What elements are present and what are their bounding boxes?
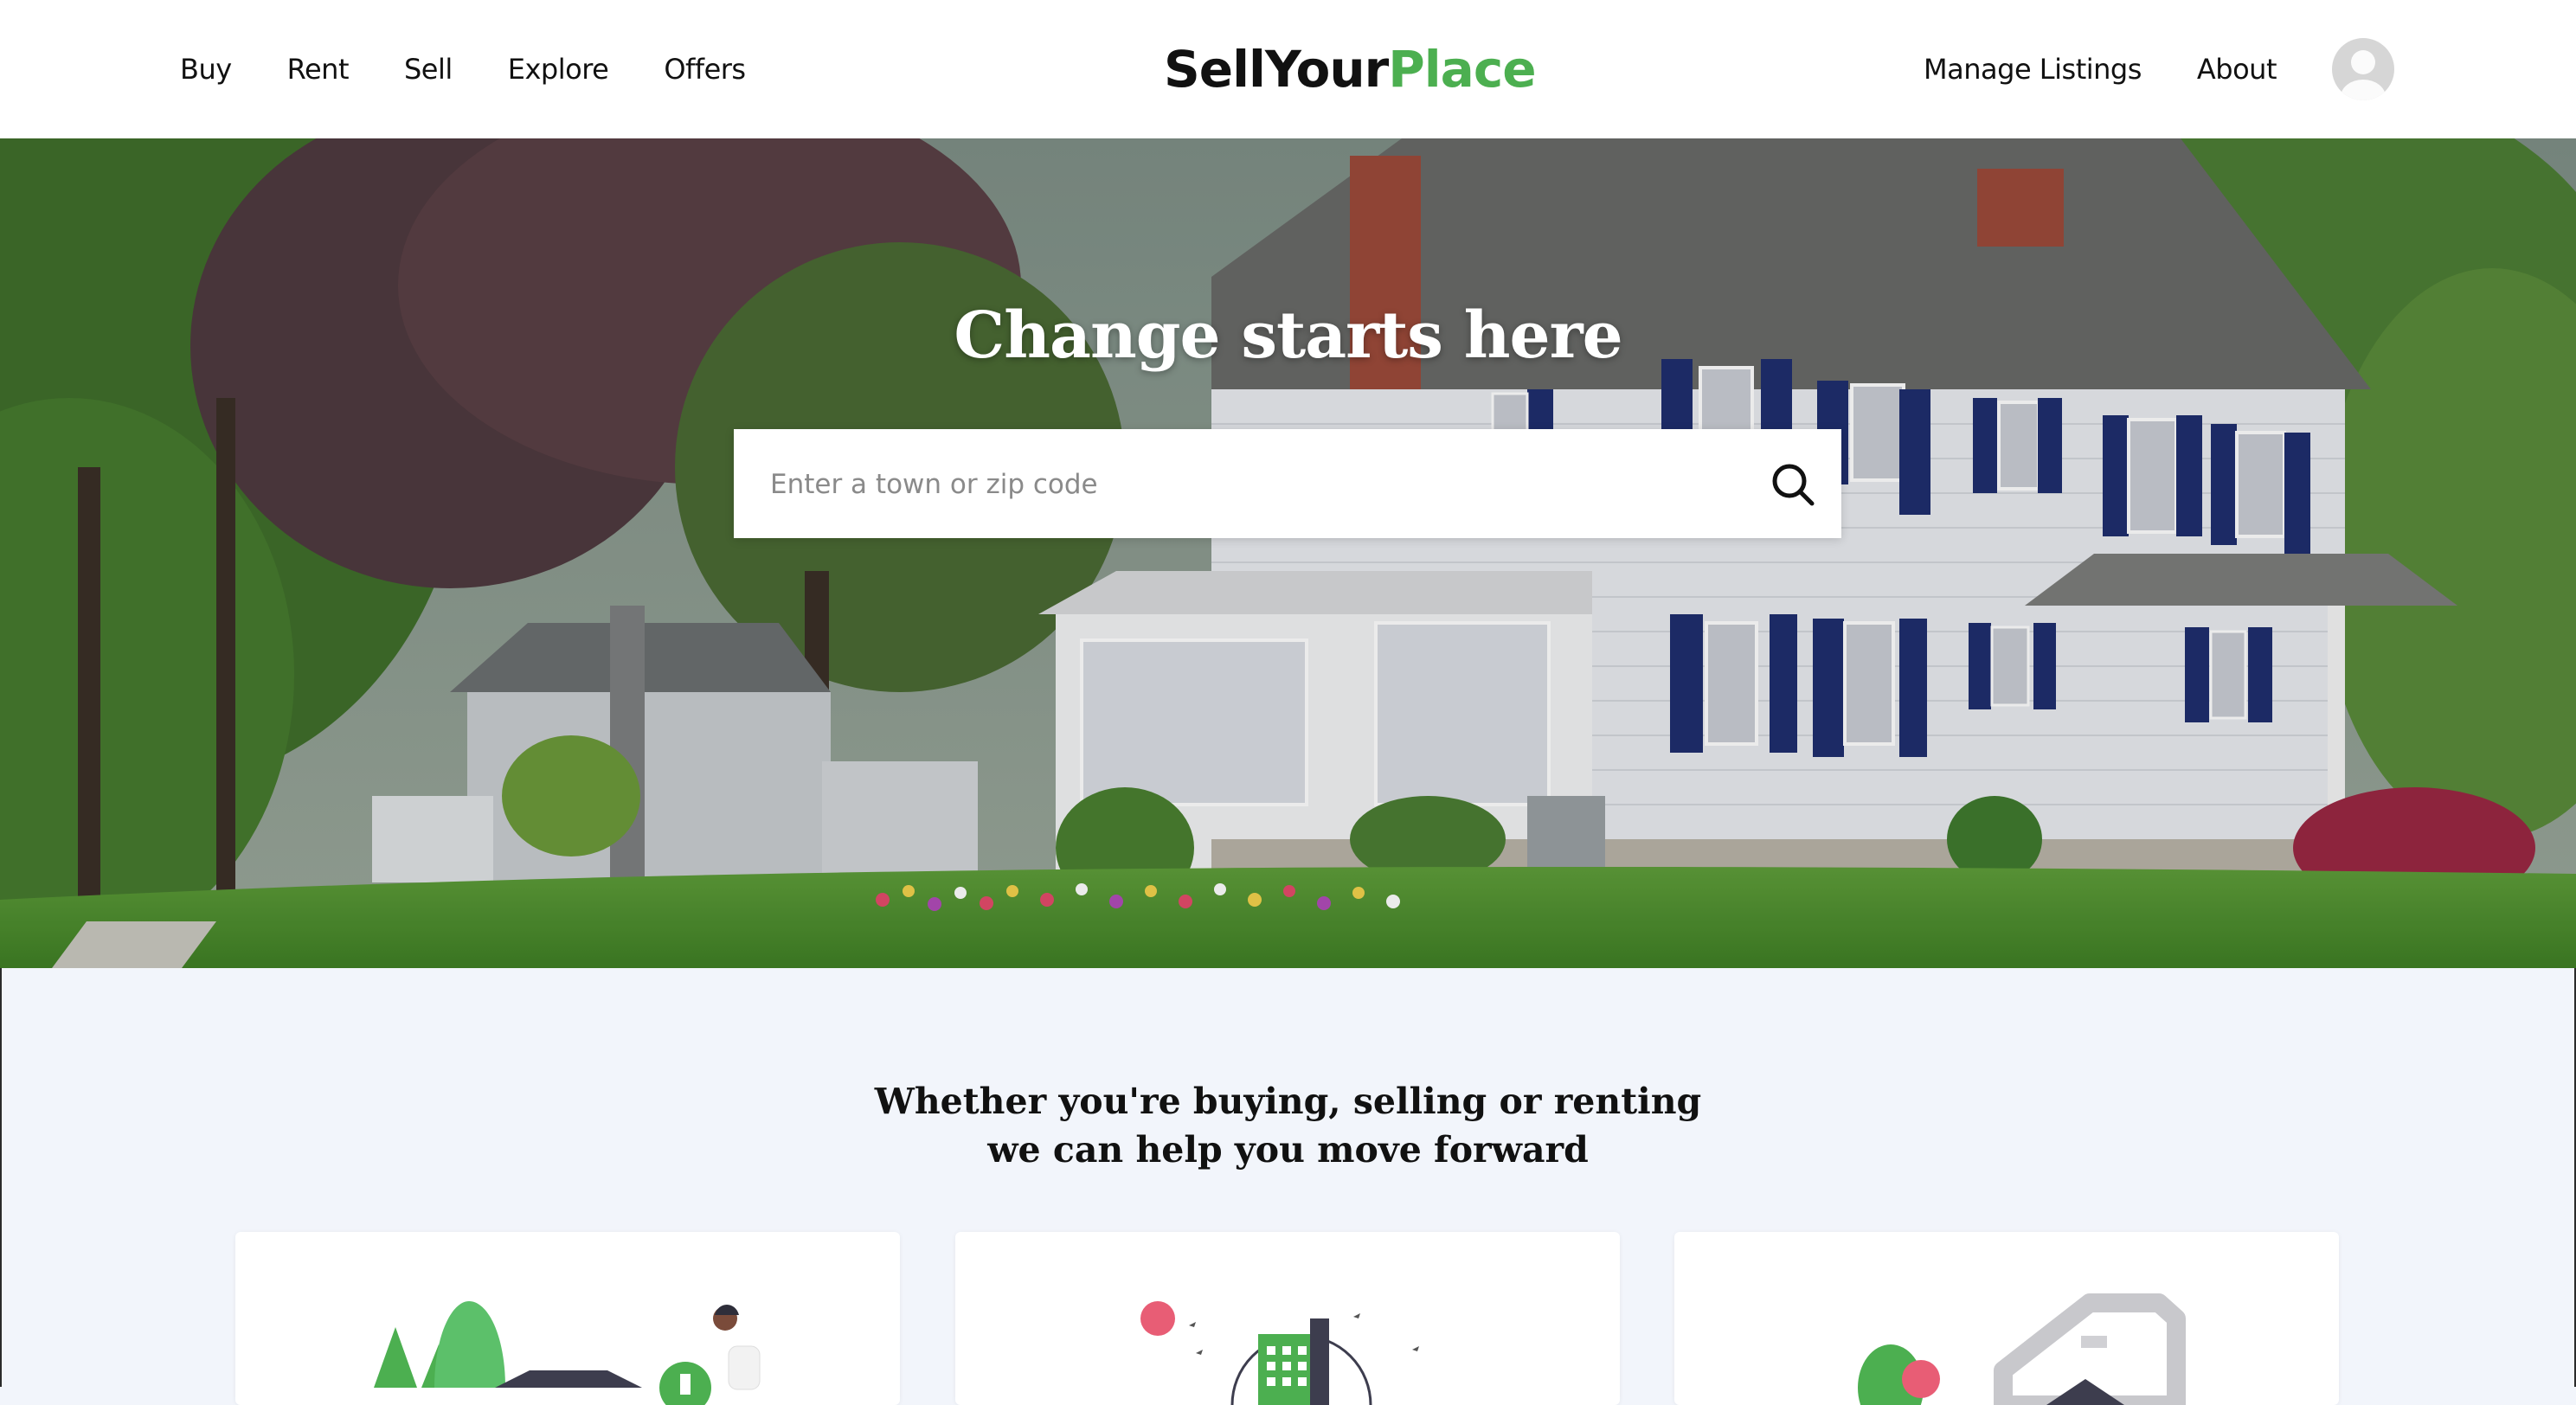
tagline-line-2: we can help you move forward <box>987 1129 1589 1171</box>
rent-building-illustration <box>1140 1301 1419 1405</box>
nav-explore[interactable]: Explore <box>508 53 609 86</box>
hero-title: Change starts here <box>954 298 1622 373</box>
nav-about[interactable]: About <box>2197 53 2277 86</box>
secondary-nav: Manage Listings About <box>1868 0 2394 138</box>
location-search-input[interactable] <box>768 429 1724 540</box>
brand-logo-part1: SellYour <box>1164 40 1389 99</box>
rent-card[interactable] <box>955 1232 1620 1405</box>
tagline-line-1: Whether you're buying, selling or rentin… <box>874 1081 1702 1122</box>
sell-house-illustration <box>1858 1293 2186 1405</box>
top-navigation-bar: Buy Rent Sell Explore Offers SellYour Pla… <box>0 0 2576 139</box>
hero-section: Change starts here <box>0 138 2576 968</box>
nav-manage-listings[interactable]: Manage Listings <box>1924 53 2142 86</box>
nav-offers[interactable]: Offers <box>664 53 746 86</box>
primary-nav: Buy Rent Sell Explore Offers <box>180 0 801 138</box>
buy-home-illustration <box>374 1301 761 1405</box>
nav-rent[interactable]: Rent <box>287 53 350 86</box>
hero-house-photo <box>0 138 2576 968</box>
user-avatar-icon[interactable] <box>2332 38 2394 100</box>
nav-sell[interactable]: Sell <box>404 53 453 86</box>
location-search-box <box>734 429 1841 540</box>
sell-card[interactable] <box>1674 1232 2339 1405</box>
value-proposition: Whether you're buying, selling or rentin… <box>0 1077 2576 1174</box>
nav-buy[interactable]: Buy <box>180 53 232 86</box>
brand-logo[interactable]: SellYour Place <box>1164 0 1537 138</box>
brand-logo-part2: Place <box>1388 40 1536 99</box>
search-icon[interactable] <box>1769 460 1817 509</box>
buy-card[interactable] <box>235 1232 900 1405</box>
